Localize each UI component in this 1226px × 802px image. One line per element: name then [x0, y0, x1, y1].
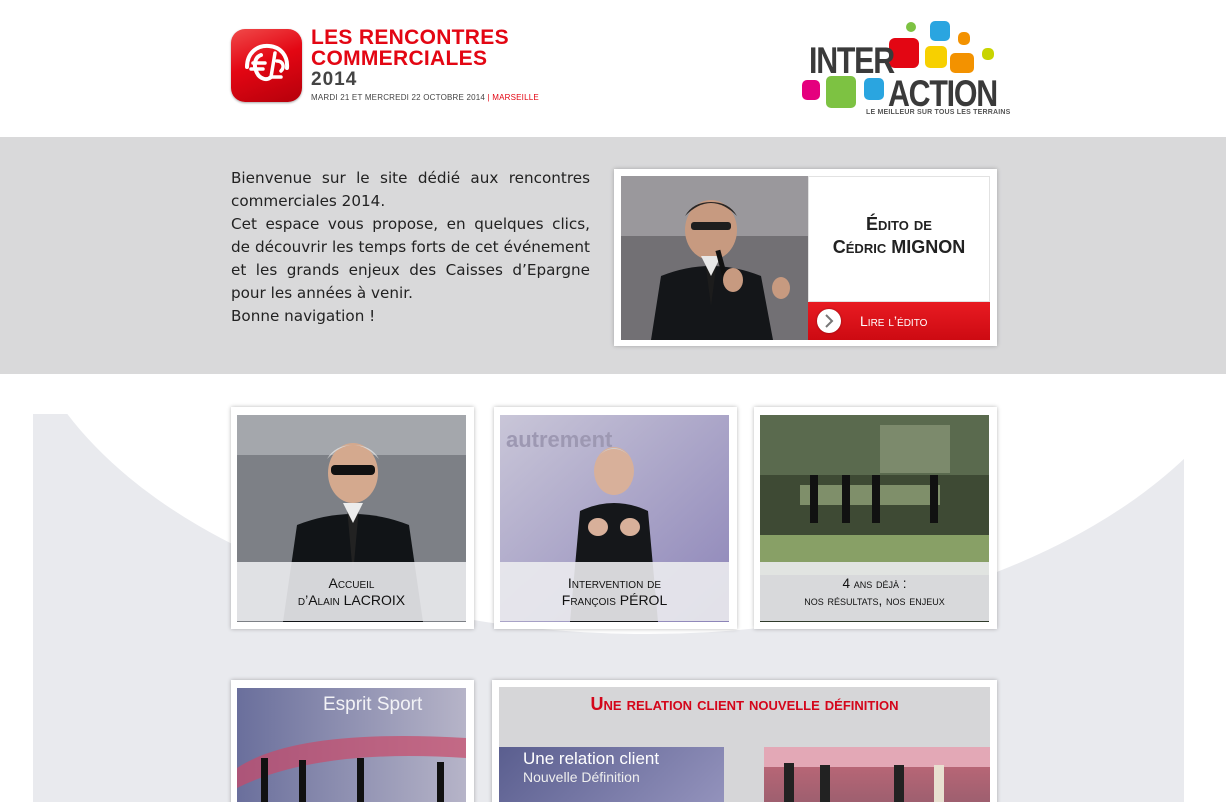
relation-photo-2[interactable] — [764, 747, 990, 802]
card-caption-line-1: Accueil — [328, 574, 375, 591]
yellow-tile-icon — [925, 46, 947, 68]
card-caption-line-1: Intervention de — [567, 574, 662, 591]
read-edito-label: Lire l’édito — [860, 313, 928, 329]
main-section: Accueil d’Alain LACROIX autrement Interve… — [0, 374, 1226, 802]
intro-line-3: Bonne navigation ! — [231, 307, 376, 325]
edito-title-line-1: Édito de — [866, 214, 932, 234]
site-header: LES RENCONTRES COMMERCIALES 2014 MARDI 2… — [0, 0, 1226, 137]
card-caption-line-2: d’Alain LACROIX — [297, 591, 406, 608]
intro-line-1: Bienvenue sur le site dédié aux rencontr… — [231, 169, 590, 210]
event-logo-text: LES RENCONTRES COMMERCIALES 2014 MARDI 2… — [311, 27, 539, 102]
edito-card[interactable]: Édito de Cédric MIGNON Lire l’édito — [614, 169, 997, 346]
video-card-esprit-sport[interactable]: Esprit Sport — [231, 680, 474, 802]
event-city: MARSEILLE — [492, 93, 539, 102]
card-caption-line-2: nos résultats, nos enjeux — [804, 592, 945, 608]
date-separator: | — [487, 93, 490, 102]
card-caption: 4 ans déjà : nos résultats, nos enjeux — [760, 562, 989, 621]
logo-line-2: COMMERCIALES — [311, 47, 488, 70]
intro-line-2: Cet espace vous propose, en quelques cli… — [231, 215, 590, 302]
lime-tile-icon — [982, 48, 994, 60]
card-caption-line-2: François PÉROL — [561, 591, 668, 608]
edito-title-line-2: Cédric MIGNON — [832, 237, 966, 257]
intro-text: Bienvenue sur le site dédié aux rencontr… — [231, 167, 590, 328]
relation-client-card[interactable]: Une relation client nouvelle définition … — [492, 680, 997, 802]
video-card-accueil[interactable]: Accueil d’Alain LACROIX — [231, 407, 474, 629]
card-caption-line-1: 4 ans déjà : — [842, 575, 907, 591]
green-tile-icon — [906, 22, 916, 32]
event-dates: MARDI 21 ET MERCREDI 22 OCTOBRE 2014 | M… — [311, 93, 539, 102]
esprit-sport-banner: Esprit Sport — [323, 694, 423, 715]
logo-year: 2014 — [311, 69, 358, 90]
relation-client-title: Une relation client nouvelle définition — [590, 694, 899, 714]
relation-screen-line-1: Une relation client — [523, 749, 660, 768]
read-edito-button[interactable]: Lire l’édito — [808, 302, 990, 340]
svg-text:autrement: autrement — [506, 427, 613, 452]
orange-tile-2-icon — [950, 53, 974, 73]
interaction-tagline: LE MEILLEUR SUR TOUS LES TERRAINS — [866, 109, 1011, 116]
event-date-text: MARDI 21 ET MERCREDI 22 OCTOBRE 2014 — [311, 93, 486, 102]
chevron-right-icon — [817, 309, 841, 333]
blue-tile-icon — [930, 21, 950, 41]
card-caption: Accueil d’Alain LACROIX — [237, 562, 466, 621]
relation-photo-1[interactable]: Une relation client Nouvelle Définition — [499, 747, 724, 802]
logo-line-1: LES RENCONTRES — [311, 26, 509, 49]
card-caption: Intervention de François PÉROL — [500, 562, 729, 621]
intro-section: Bienvenue sur le site dédié aux rencontr… — [0, 137, 1226, 374]
caisse-epargne-squirrel-logo-icon[interactable] — [231, 29, 302, 102]
edito-title: Édito de Cédric MIGNON — [809, 213, 989, 259]
video-card-intervention[interactable]: autrement Intervention de François PÉROL — [494, 407, 737, 629]
interaction-word-1: INTER — [809, 40, 895, 81]
edito-photo — [621, 176, 808, 340]
pink-tile-icon — [802, 80, 820, 100]
page: { "header": { "logo_line1": "LES RENCONT… — [0, 0, 1226, 802]
relation-screen-line-2: Nouvelle Définition — [523, 769, 640, 785]
edito-title-box: Édito de Cédric MIGNON — [808, 176, 990, 302]
orange-tile-icon — [958, 32, 970, 45]
interaction-logo[interactable]: INTER ACTION LE MEILLEUR SUR TOUS LES TE… — [800, 18, 1010, 123]
video-card-4-ans[interactable]: 4 ans déjà : nos résultats, nos enjeux — [754, 407, 997, 629]
